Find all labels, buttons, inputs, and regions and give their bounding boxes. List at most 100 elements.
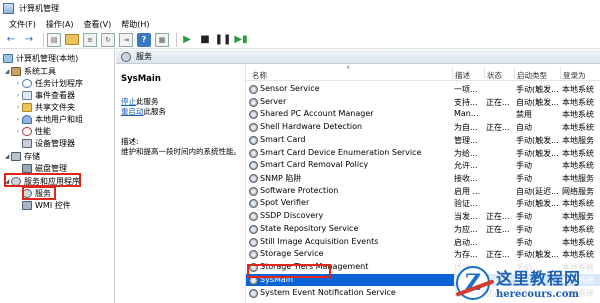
tree-wmi[interactable]: WMI 控件 [22,199,71,211]
expand-arrow-icon[interactable]: ◢ [3,153,11,160]
menu-file[interactable]: 文件(F) [0,19,41,30]
computer-icon [3,53,13,63]
column-divider[interactable] [452,67,453,79]
users-icon [22,114,32,124]
services-pane-header: 服务 [116,50,600,64]
collapsed-arrow-icon[interactable]: › [14,92,22,99]
service-description: 接收... [454,174,478,184]
description-text: 维护和提高一段时间内的系统性能。 [121,147,241,156]
service-description: 为自... [454,123,478,133]
folder-icon[interactable] [65,34,79,45]
service-row[interactable]: Still Image Acquisition Events 启动... 手动 本地系… [246,236,600,249]
collapsed-arrow-icon[interactable]: › [14,104,22,111]
column-divider[interactable] [484,67,485,79]
service-name: SSDP Discovery [260,211,324,221]
show-action-pane-icon[interactable]: ▦ [155,32,169,47]
menu-help[interactable]: 帮助(H) [116,19,154,30]
service-gear-icon [249,97,258,107]
service-gear-icon [249,135,258,145]
service-name: Storage Service [260,249,324,259]
restart-service-link[interactable]: 重启动此服务 [121,106,166,117]
service-status: 正在... [486,250,510,260]
show-tree-icon[interactable]: ▤ [47,32,61,47]
collapsed-arrow-icon[interactable]: › [14,80,22,87]
back-icon[interactable]: ← [4,33,18,47]
tree-root[interactable]: 计算机管理(本地) [3,52,78,64]
column-startup-type[interactable]: 启动类型 [517,70,547,81]
export-list-icon[interactable]: ⇥ [119,32,133,47]
performance-icon [22,126,32,136]
stop-link-text[interactable]: 停止 [121,97,136,106]
service-row[interactable]: Spot Verifier 验证... 手动(触发... 本地系统 [246,197,600,210]
tree-event-viewer[interactable]: › 事件查看器 [14,89,75,101]
forward-icon[interactable]: → [22,33,36,47]
toolbar-separator [43,32,44,47]
service-row[interactable]: Smart Card 管理... 手动(触发... 本地服务 [246,134,600,147]
service-gear-icon [249,288,258,298]
event-viewer-icon [22,90,32,100]
tree-storage[interactable]: ◢ 存储 [3,150,40,162]
column-status[interactable]: 状态 [487,70,502,81]
menu-view[interactable]: 查看(V) [79,19,117,30]
service-row[interactable]: State Repository Service 为应... 正在... 手动 本地系统 [246,223,600,236]
service-name: Shell Hardware Detection [260,122,363,132]
service-row[interactable]: SSDP Discovery 当发... 正在... 手动 本地服务 [246,210,600,223]
properties-icon[interactable]: ≡ [83,32,97,47]
service-description: 支持... [454,97,478,107]
stop-service-icon[interactable]: ■ [198,33,212,47]
tree-wmi-label: WMI 控件 [35,200,71,210]
help-icon[interactable]: ? [137,32,151,47]
tree-task-scheduler[interactable]: › 任务计划程序 [14,77,83,89]
service-name: Server [260,96,287,106]
storage-icon [11,151,21,161]
column-name[interactable]: 名称 [252,70,267,81]
service-startup-type: 手动 [516,161,532,171]
service-gear-icon [249,250,258,260]
service-row[interactable]: Shared PC Account Manager Man... 禁用 本地系统 [246,108,600,121]
tree-system-tools[interactable]: ◢ 系统工具 [3,65,56,77]
refresh-icon[interactable]: ↻ [101,32,115,47]
tree-shared-folders[interactable]: › 共享文件夹 [14,101,75,113]
collapsed-arrow-icon[interactable]: › [14,128,22,135]
start-service-icon[interactable]: ▶ [180,33,194,47]
service-name: State Repository Service [260,223,359,233]
column-divider[interactable] [514,67,515,79]
watermark-logo: Z [456,265,490,300]
tree-device-manager-label: 设备管理器 [35,138,75,148]
restart-service-icon[interactable]: ▶▮ [234,33,248,47]
column-description[interactable]: 描述 [455,70,470,81]
pause-service-icon[interactable]: ❚❚ [215,33,232,47]
service-row[interactable]: Sensor Service 一项... 手动(触发... 本地系统 [246,83,600,96]
service-row[interactable]: Smart Card Device Enumeration Service 为给.… [246,147,600,160]
tree-performance[interactable]: › 性能 [14,125,51,137]
expand-arrow-icon[interactable]: ◢ [3,68,11,75]
service-startup-type: 手动 [516,224,532,234]
tree-device-manager[interactable]: 设备管理器 [22,137,75,149]
column-logon-as[interactable]: 登录为 [563,70,586,81]
service-description: 为应... [454,224,478,234]
service-row[interactable]: Smart Card Removal Policy 允许... 手动 本地系统 [246,159,600,172]
tree-performance-label: 性能 [35,126,51,136]
service-row[interactable]: Shell Hardware Detection 为自... 正在... 自动 本地系统 [246,121,600,134]
restart-link-text[interactable]: 重启动 [121,107,144,116]
service-gear-icon [249,148,258,158]
menu-action[interactable]: 操作(A) [41,19,79,30]
menu-bar: 文件(F) 操作(A) 查看(V) 帮助(H) [0,17,600,31]
service-row[interactable]: SNMP 陷阱 接收... 手动 本地服务 [246,172,600,185]
service-startup-type: 自动(延迟... [516,186,559,196]
service-status: 正在... [486,224,510,234]
service-logon-as: 本地系统 [562,199,594,209]
clock-icon [22,78,32,88]
collapsed-arrow-icon[interactable]: › [14,116,22,123]
service-startup-type: 手动(触发... [516,148,559,158]
tree-local-users[interactable]: › 本地用户和组 [14,113,83,125]
service-description: 允许... [454,161,478,171]
service-row[interactable]: Storage Service 为存... 正在... 手动(触发... 本地系统 [246,248,600,261]
sort-ascending-icon: ∧ [346,64,351,71]
service-startup-type: 手动(触发... [516,85,559,94]
column-divider[interactable] [560,67,561,79]
service-row[interactable]: Server 支持... 正在... 自动(触发... 本地系统 [246,96,600,109]
service-gear-icon [249,186,258,196]
service-description: 启用 ... [454,186,481,196]
service-row[interactable]: Software Protection 启用 ... 自动(延迟... 网络服务 [246,185,600,198]
